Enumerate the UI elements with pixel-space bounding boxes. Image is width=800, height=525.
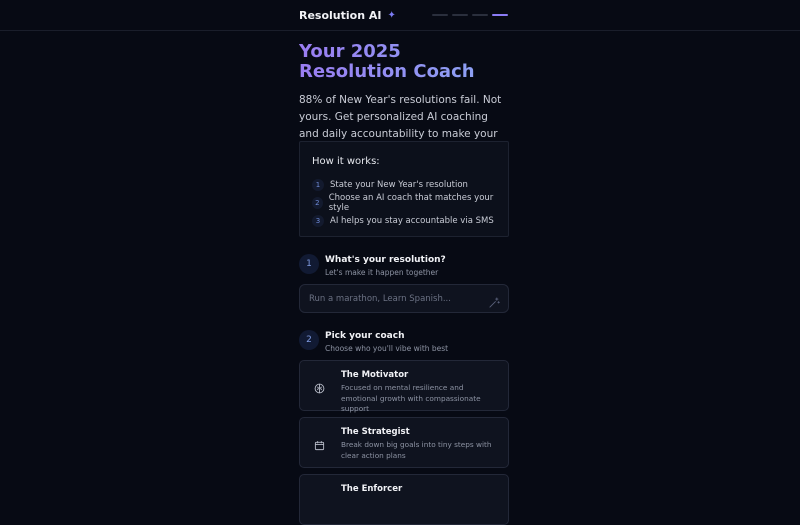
progress-step-1 [432, 14, 448, 16]
sparkle-icon: ✦ [387, 10, 396, 21]
how-it-works-card: How it works: 1 State your New Year's re… [299, 141, 509, 237]
step-number: 2 [312, 197, 323, 209]
section-title: Pick your coach [325, 331, 405, 341]
progress-step-2 [452, 14, 468, 16]
brand-name: Resolution AI [299, 9, 382, 22]
how-it-works-title: How it works: [312, 156, 380, 167]
section-subtitle: Choose who you'll vibe with best [325, 344, 449, 353]
section-subtitle: Let's make it happen together [325, 268, 439, 277]
resolution-input[interactable] [300, 285, 508, 312]
how-step: 3 AI helps you stay accountable via SMS [312, 212, 496, 230]
resolution-section-header: 1 What's your resolution? Let's make it … [299, 254, 509, 277]
magic-wand-icon[interactable] [489, 293, 500, 312]
coach-section-header: 2 Pick your coach Choose who you'll vibe… [299, 330, 509, 353]
brand[interactable]: Resolution AI ✦ [299, 9, 396, 22]
calendar-icon [314, 436, 325, 455]
how-step: 2 Choose an AI coach that matches your s… [312, 193, 496, 213]
step-progress [432, 14, 508, 16]
coach-description: Focused on mental resilience and emotion… [341, 383, 481, 413]
step-number: 3 [312, 215, 324, 227]
resolution-input-wrapper [299, 284, 509, 313]
top-bar: Resolution AI ✦ [0, 0, 800, 31]
coach-name: The Motivator [341, 370, 409, 380]
section-title: What's your resolution? [325, 255, 446, 265]
section-number: 1 [299, 254, 319, 274]
progress-step-3 [472, 14, 488, 16]
step-text: Choose an AI coach that matches your sty… [328, 193, 494, 213]
step-text: State your New Year's resolution [330, 180, 468, 190]
coach-name: The Strategist [341, 427, 410, 437]
progress-step-4 [492, 14, 508, 16]
step-text: AI helps you stay accountable via SMS [330, 216, 494, 226]
coach-name: The Enforcer [341, 484, 403, 494]
page-title: Your 2025 Resolution Coach [299, 42, 509, 82]
how-step: 1 State your New Year's resolution [312, 176, 496, 194]
section-number: 2 [299, 330, 319, 350]
coach-option-enforcer[interactable]: The Enforcer [299, 474, 509, 525]
step-number: 1 [312, 179, 324, 191]
coach-option-motivator[interactable]: The Motivator Focused on mental resilien… [299, 360, 509, 413]
brain-icon [314, 379, 325, 398]
coach-option-strategist[interactable]: The Strategist Break down big goals into… [299, 417, 509, 468]
coach-description: Break down big goals into tiny steps wit… [341, 440, 492, 460]
